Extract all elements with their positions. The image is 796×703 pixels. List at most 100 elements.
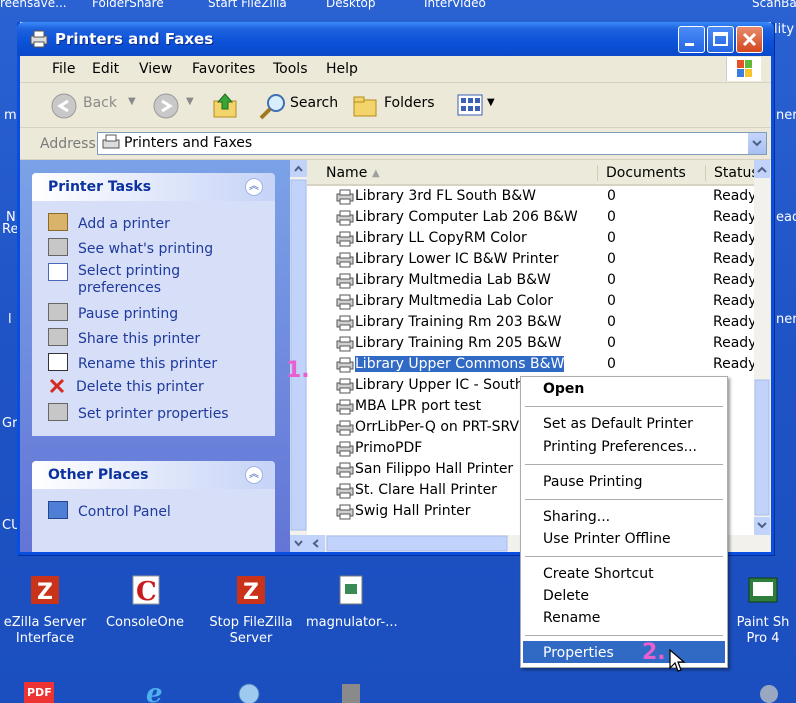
menu-open[interactable]: Open (543, 381, 584, 397)
minimize-button[interactable] (678, 26, 705, 53)
column-status[interactable]: Status (705, 165, 759, 181)
printer-status: Ready (713, 314, 757, 330)
forward-dropdown-icon[interactable]: ▼ (186, 96, 194, 107)
printer-row[interactable]: Library Multmedia Lab Color 0 Ready (307, 291, 767, 312)
menu-edit[interactable]: Edit (92, 61, 119, 77)
views-button[interactable]: ▼ (456, 92, 500, 118)
address-dropdown-button[interactable] (748, 133, 766, 154)
desktop-label: Re (2, 222, 19, 237)
forward-arrow-icon[interactable] (152, 92, 180, 120)
menu-properties[interactable]: Properties (543, 645, 614, 661)
tool-icon[interactable] (334, 680, 368, 703)
folders-button[interactable]: Folders (384, 95, 435, 111)
desktop-label[interactable]: reensave... (0, 0, 67, 10)
menu-delete[interactable]: Delete (543, 588, 589, 604)
desktop-label[interactable]: Desktop (326, 0, 376, 10)
menu-rename[interactable]: Rename (543, 610, 600, 626)
menu-separator (525, 406, 723, 407)
task-rename-printer[interactable]: Rename this printer (48, 353, 217, 373)
task-pause-printing[interactable]: Pause printing (48, 303, 178, 323)
list-vertical-scrollbar[interactable] (754, 160, 770, 552)
maximize-button[interactable] (707, 26, 734, 53)
collapse-icon[interactable]: ︽ (245, 466, 263, 484)
share-icon[interactable] (752, 682, 786, 703)
printer-documents: 0 (607, 314, 616, 330)
svg-text:C: C (136, 577, 157, 606)
search-button[interactable]: Search (290, 95, 338, 111)
menu-create-shortcut[interactable]: Create Shortcut (543, 566, 654, 582)
network-icon[interactable] (232, 682, 266, 703)
menu-use-printer-offline[interactable]: Use Printer Offline (543, 531, 671, 547)
printer-row[interactable]: Library 3rd FL South B&W 0 Ready (307, 186, 767, 207)
printer-row[interactable]: Library Training Rm 203 B&W 0 Ready (307, 312, 767, 333)
printer-row[interactable]: Library Training Rm 205 B&W 0 Ready (307, 333, 767, 354)
svg-text:Z: Z (243, 580, 259, 605)
desktop-label[interactable]: InterVideo (424, 0, 486, 10)
collapse-icon[interactable]: ︽ (245, 178, 263, 196)
menu-tools[interactable]: Tools (273, 61, 308, 77)
menu-pause-printing[interactable]: Pause Printing (543, 474, 642, 490)
ie-icon[interactable]: e (140, 680, 174, 703)
up-folder-icon[interactable] (212, 91, 238, 119)
printer-row[interactable]: Library LL CopyRM Color 0 Ready (307, 228, 767, 249)
desktop-label: ead (776, 210, 796, 225)
close-button[interactable] (736, 26, 763, 53)
pdf-icon[interactable]: PDF (22, 680, 56, 703)
menu-sharing[interactable]: Sharing... (543, 509, 610, 525)
scrollbar-graphic (754, 160, 770, 535)
column-documents[interactable]: Documents (597, 165, 686, 181)
printer-documents: 0 (607, 272, 616, 288)
printer-tasks-header[interactable]: Printer Tasks ︽ (32, 173, 275, 201)
desktop-icon-label: eZilla Server Interface (3, 615, 87, 646)
printer-icon (336, 504, 354, 520)
title-bar[interactable]: Printers and Faxes (17, 22, 774, 56)
desktop-icon-stop-filezilla[interactable]: Z Stop FileZilla Server (206, 574, 296, 647)
printer-row[interactable]: Library Multmedia Lab B&W 0 Ready (307, 270, 767, 291)
menu-separator (525, 556, 723, 557)
desktop-label[interactable]: ScanBa (752, 0, 796, 10)
desktop-top-strip: reensave... FolderShare Start FileZilla … (0, 0, 796, 14)
menu-printing-preferences[interactable]: Printing Preferences... (543, 439, 697, 455)
scrollbar-graphic (290, 160, 307, 552)
place-control-panel[interactable]: Control Panel (48, 501, 171, 521)
printer-status: Ready (713, 209, 757, 225)
mouse-pointer-icon (669, 648, 686, 672)
menu-set-default-printer[interactable]: Set as Default Printer (543, 416, 693, 432)
column-name[interactable]: Name (326, 165, 367, 181)
menu-favorites[interactable]: Favorites (192, 61, 255, 77)
printer-row[interactable]: Library Upper Commons B&W 0 Ready (307, 354, 767, 375)
printer-row[interactable]: Library Lower IC B&W Printer 0 Ready (307, 249, 767, 270)
menu-view[interactable]: View (139, 61, 172, 77)
printer-row[interactable]: Library Computer Lab 206 B&W 0 Ready (307, 207, 767, 228)
task-see-printing[interactable]: See what's printing (48, 238, 213, 258)
desktop-label[interactable]: Start FileZilla (208, 0, 287, 10)
desktop-icon-paint-shop-pro[interactable]: Paint Sh Pro 4 (730, 574, 796, 647)
printer-folder-icon (30, 30, 48, 48)
back-dropdown-icon[interactable]: ▼ (128, 96, 136, 107)
printer-documents: 0 (607, 188, 616, 204)
printer-icon (336, 357, 354, 373)
desktop-icon-filezilla-interface[interactable]: Z eZilla Server Interface (2, 574, 88, 647)
printer-documents: 0 (607, 230, 616, 246)
desktop-icon-magnulator[interactable]: magnulator-... (306, 574, 398, 631)
task-share-printer[interactable]: Share this printer (48, 328, 200, 348)
desktop-icon-consoleone[interactable]: C ConsoleOne (100, 574, 190, 631)
address-value: Printers and Faxes (124, 135, 253, 151)
task-printer-properties[interactable]: Set printer properties (48, 403, 229, 423)
printer-name: Library Upper Commons B&W (355, 356, 565, 372)
task-delete-printer[interactable]: Delete this printer (48, 378, 204, 396)
address-field[interactable]: Printers and Faxes (97, 132, 767, 155)
printer-name: Library Training Rm 205 B&W (355, 335, 562, 351)
task-printing-preferences[interactable]: Select printing preferences (48, 263, 180, 297)
menu-help[interactable]: Help (326, 61, 358, 77)
printer-name: Library Computer Lab 206 B&W (355, 209, 578, 225)
menu-separator (525, 464, 723, 465)
back-button[interactable]: Back (83, 95, 117, 111)
task-pane-scrollbar[interactable] (290, 160, 307, 552)
menu-file[interactable]: File (52, 61, 75, 77)
printer-status: Ready (713, 272, 757, 288)
task-label: Share this printer (78, 331, 201, 347)
task-add-printer[interactable]: Add a printer (48, 213, 170, 233)
desktop-label[interactable]: FolderShare (92, 0, 164, 10)
other-places-header[interactable]: Other Places ︽ (32, 461, 275, 489)
